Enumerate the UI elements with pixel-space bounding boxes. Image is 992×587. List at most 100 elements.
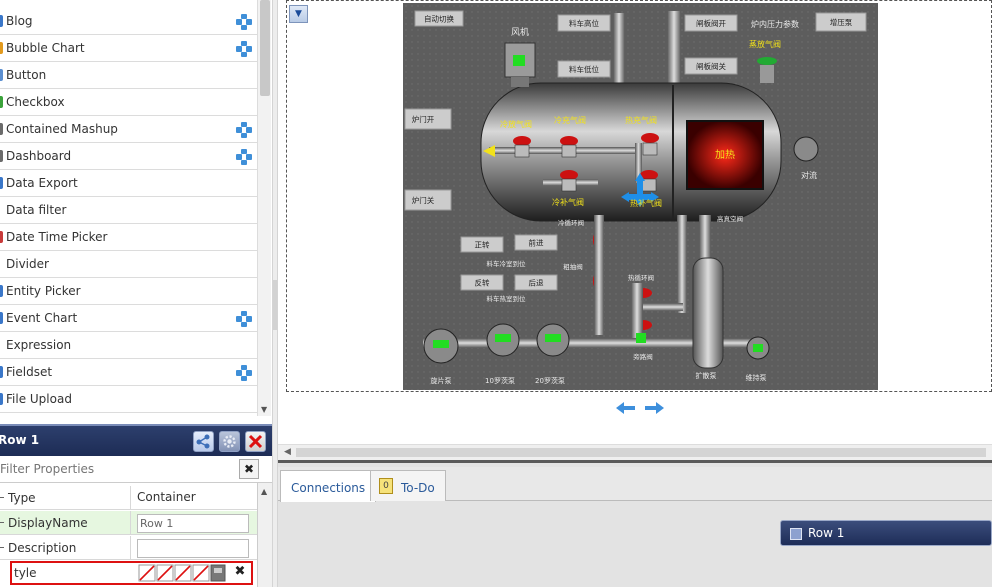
property-row-description: Description [0,536,257,560]
share-icon[interactable] [193,431,214,452]
property-key: DisplayName [0,511,131,535]
widget-icon [0,123,3,135]
gear-icon[interactable] [219,431,240,452]
widget-item-event-chart[interactable]: Event Chart [0,305,257,332]
label-hot-vac-valve: 高真空阀 [717,214,743,223]
arrow-right-icon[interactable] [645,402,664,414]
widget-item-button[interactable]: Button [0,62,257,89]
label-heating: 加热 [715,148,735,161]
widget-list-scrollbar[interactable]: ▼ [257,0,271,416]
properties-header: Row 1 [0,424,272,456]
arrow-left-icon[interactable] [616,402,635,414]
scada-button-advance[interactable]: 前进 [514,234,558,251]
scada-button-forward[interactable]: 正转 [460,236,504,253]
widget-item-expression[interactable]: Expression [0,332,257,359]
scada-button-label: 后退 [529,278,544,288]
widget-label: Date Time Picker [6,230,108,244]
scada-button-feed-low[interactable]: 料车低位 [557,60,611,78]
row-chip[interactable]: Row 1 [780,520,992,546]
mashup-icon [236,311,252,327]
widget-label: File Upload [6,392,72,406]
label-rotary-pump: 旋片泵 [431,376,452,385]
label-hot-fill-valve: 热充气阀 [625,115,657,125]
bottom-panel: Connections 0 To-Do Row 1 [278,460,992,587]
scada-button-valve-close[interactable]: 闸板阀关 [684,57,738,75]
scada-button-label: 料车低位 [569,64,599,74]
scada-button-label: 自动切换 [424,14,454,24]
scada-button-label: 正转 [475,240,490,250]
tab-connections[interactable]: Connections [280,470,377,502]
label-cart-hot-pos: 料车热室到位 [487,294,527,303]
widget-item-entity-picker[interactable]: Entity Picker [0,278,257,305]
widget-label: Divider [6,257,49,271]
style-swatches[interactable] [138,564,226,582]
scada-button-door-close[interactable]: 炉门关 [404,189,452,211]
widget-label: Entity Picker [6,284,81,298]
widget-item-file-upload[interactable]: File Upload [0,386,257,413]
splitter-grip[interactable] [273,280,277,330]
widget-label: Data Export [6,176,78,190]
scada-button-reverse[interactable]: 反转 [460,274,504,291]
scada-button-door-open[interactable]: 炉门开 [404,108,452,130]
scada-button-valve-open[interactable]: 闸板阀开 [684,14,738,32]
style-clear-icon[interactable]: ✖ [230,563,250,582]
widget-item-data-filter[interactable]: Data filter [0,197,257,224]
label-diffusion-pump: 扩散泵 [696,371,717,380]
widget-item-contained-mashup[interactable]: Contained Mashup [0,116,257,143]
widget-item-dashboard[interactable]: Dashboard [0,143,257,170]
scada-button-boost-pump[interactable]: 增压泵 [815,12,867,32]
property-value: Container [137,490,196,504]
scada-button-label: 增压泵 [830,17,853,27]
widget-icon [0,150,3,162]
label-cold-circ-valve: 冷循环阀 [558,218,584,227]
widget-item-divider[interactable]: Divider [0,251,257,278]
canvas-horizontal-scrollbar[interactable]: ◀ [278,444,992,460]
widget-item-data-export[interactable]: Data Export [0,170,257,197]
widget-icon [0,69,3,81]
tab-label: Connections [291,481,366,495]
widget-item-checkbox[interactable]: Checkbox [0,89,257,116]
tab-to-do[interactable]: 0 To-Do [370,470,446,501]
label-bypass-valve: 旁路阀 [633,352,653,361]
widget-item-bubble-chart[interactable]: Bubble Chart [0,35,257,62]
scada-button-feed-high[interactable]: 料车高位 [557,14,611,32]
scroll-down-arrow-icon[interactable]: ▼ [261,405,267,414]
widget-item-blog[interactable]: Blog [0,8,257,35]
widget-label: Checkbox [6,95,65,109]
mashup-icon [236,14,252,30]
scada-button-label: 炉门关 [412,195,435,205]
properties-scrollbar[interactable]: ▲ [257,483,272,587]
scada-button-backward[interactable]: 后退 [514,274,558,291]
close-icon[interactable] [245,431,266,452]
collapse-arrow-icon[interactable]: ▼ [289,5,308,23]
widget-icon [0,204,3,216]
scada-button-label: 料车高位 [569,18,599,28]
scrollbar-thumb[interactable] [260,0,270,96]
label-cold-fill-valve: 冷充气阀 [554,115,586,125]
label-roots-pump-10: 10罗茨泵 [485,376,515,385]
filter-row: ✖ [0,456,272,483]
scroll-left-arrow-icon[interactable]: ◀ [284,447,291,457]
widget-item-date-time-picker[interactable]: Date Time Picker [0,224,257,251]
scada-button-auto-switch[interactable]: 自动切换 [414,10,464,27]
displayname-field[interactable] [137,514,249,533]
property-row-displayname: DisplayName [0,511,257,535]
widget-item-fieldset[interactable]: Fieldset [0,359,257,386]
property-row-type: Type Container [0,486,257,510]
label-maintain-pump: 维持泵 [746,373,767,382]
label-furnace-pressure: 炉内压力参数 [751,19,799,29]
tab-label: To-Do [401,481,435,495]
widget-label: Button [6,68,47,82]
clear-filter-button[interactable]: ✖ [239,459,259,479]
widget-label: Event Chart [6,311,78,325]
widget-label: Contained Mashup [6,122,118,136]
widget-icon [0,339,3,351]
description-field[interactable] [137,539,249,558]
mashup-icon [236,365,252,381]
widget-icon [0,285,3,297]
filter-properties-input[interactable] [0,458,231,480]
label-hot-make-up-valve: 热补气阀 [630,198,662,208]
widget-label: Dashboard [6,149,72,163]
widget-label: Blog [6,14,33,28]
scrollbar-track[interactable] [296,448,986,457]
